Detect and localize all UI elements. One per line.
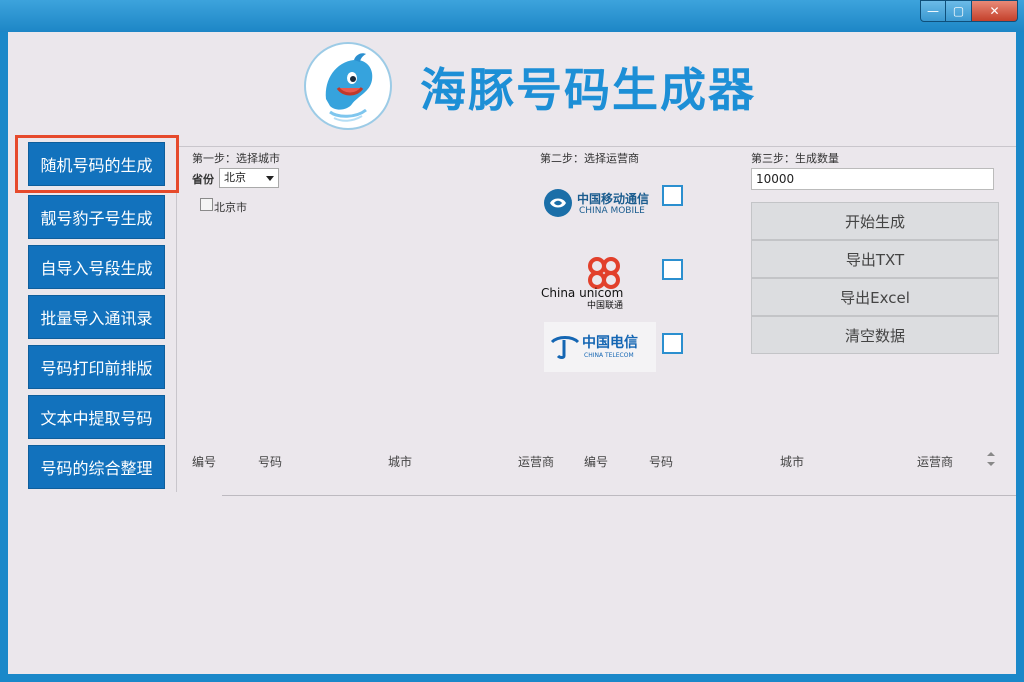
province-label: 省份 (192, 173, 214, 186)
title-bar: — ▢ ✕ (0, 0, 1024, 32)
nav-extract-from-text[interactable]: 文本中提取号码 (28, 395, 165, 439)
export-txt-button[interactable]: 导出TXT (751, 240, 999, 278)
window-bottom-border (0, 674, 1024, 682)
china-mobile-checkbox[interactable] (662, 185, 683, 206)
dolphin-logo-icon (304, 42, 392, 130)
nav-comprehensive-organize[interactable]: 号码的综合整理 (28, 445, 165, 489)
nav-import-contacts[interactable]: 批量导入通讯录 (28, 295, 165, 339)
china-telecom-name-en: CHINA TELECOM (584, 352, 634, 359)
nav-print-layout[interactable]: 号码打印前排版 (28, 345, 165, 389)
close-button[interactable]: ✕ (972, 0, 1018, 22)
china-telecom-logo: 中国电信 CHINA TELECOM (544, 322, 656, 372)
column-header-city: 城市 (388, 455, 413, 469)
city-checkbox-label: 北京市 (214, 201, 247, 214)
table-divider (222, 495, 1016, 496)
window-controls: — ▢ ✕ (920, 0, 1018, 22)
nav-import-segment[interactable]: 自导入号段生成 (28, 245, 165, 289)
minimize-button[interactable]: — (920, 0, 946, 22)
china-unicom-name: 中国联通 (587, 301, 624, 311)
china-mobile-name-en: CHINA MOBILE (579, 206, 645, 216)
column-header-id: 编号 (192, 455, 217, 469)
china-unicom-checkbox[interactable] (662, 259, 683, 280)
clear-data-button[interactable]: 清空数据 (751, 316, 999, 354)
china-mobile-logo: 中国移动通信 CHINA MOBILE (541, 182, 659, 222)
china-mobile-icon (544, 189, 572, 217)
nav-random-number[interactable]: 随机号码的生成 (28, 142, 165, 186)
divider (176, 146, 177, 492)
china-unicom-logo: China unicom 中国联通 (541, 252, 641, 312)
maximize-button[interactable]: ▢ (946, 0, 972, 22)
column-header-number: 号码 (649, 455, 674, 469)
step3-label: 第三步：生成数量 (751, 152, 839, 165)
app-title: 海豚号码生成器 (420, 63, 756, 117)
province-value: 北京 (224, 171, 246, 184)
divider (176, 146, 1016, 147)
column-header-city: 城市 (780, 455, 805, 469)
quantity-input[interactable]: 10000 (751, 168, 994, 190)
column-header-carrier: 运营商 (518, 455, 555, 469)
china-telecom-icon (550, 336, 580, 359)
export-excel-button[interactable]: 导出Excel (751, 278, 999, 316)
china-mobile-name: 中国移动通信 (577, 192, 650, 206)
chevron-down-icon[interactable] (987, 462, 995, 466)
start-generate-button[interactable]: 开始生成 (751, 202, 999, 240)
scroll-spinner[interactable] (984, 448, 998, 470)
step2-label: 第二步：选择运营商 (540, 152, 639, 165)
chevron-up-icon[interactable] (987, 452, 995, 456)
province-select[interactable]: 北京 (219, 168, 279, 188)
column-header-number: 号码 (258, 455, 283, 469)
step1-label: 第一步：选择城市 (192, 152, 280, 165)
column-header-carrier: 运营商 (917, 455, 954, 469)
city-checkbox[interactable] (200, 198, 213, 211)
china-telecom-checkbox[interactable] (662, 333, 683, 354)
main-window: 海豚号码生成器 随机号码的生成 靓号豹子号生成 自导入号段生成 批量导入通讯录 … (8, 32, 1016, 674)
column-header-id: 编号 (584, 455, 609, 469)
china-telecom-name: 中国电信 (582, 335, 638, 351)
nav-pretty-number[interactable]: 靓号豹子号生成 (28, 195, 165, 239)
chevron-down-icon (266, 176, 274, 181)
